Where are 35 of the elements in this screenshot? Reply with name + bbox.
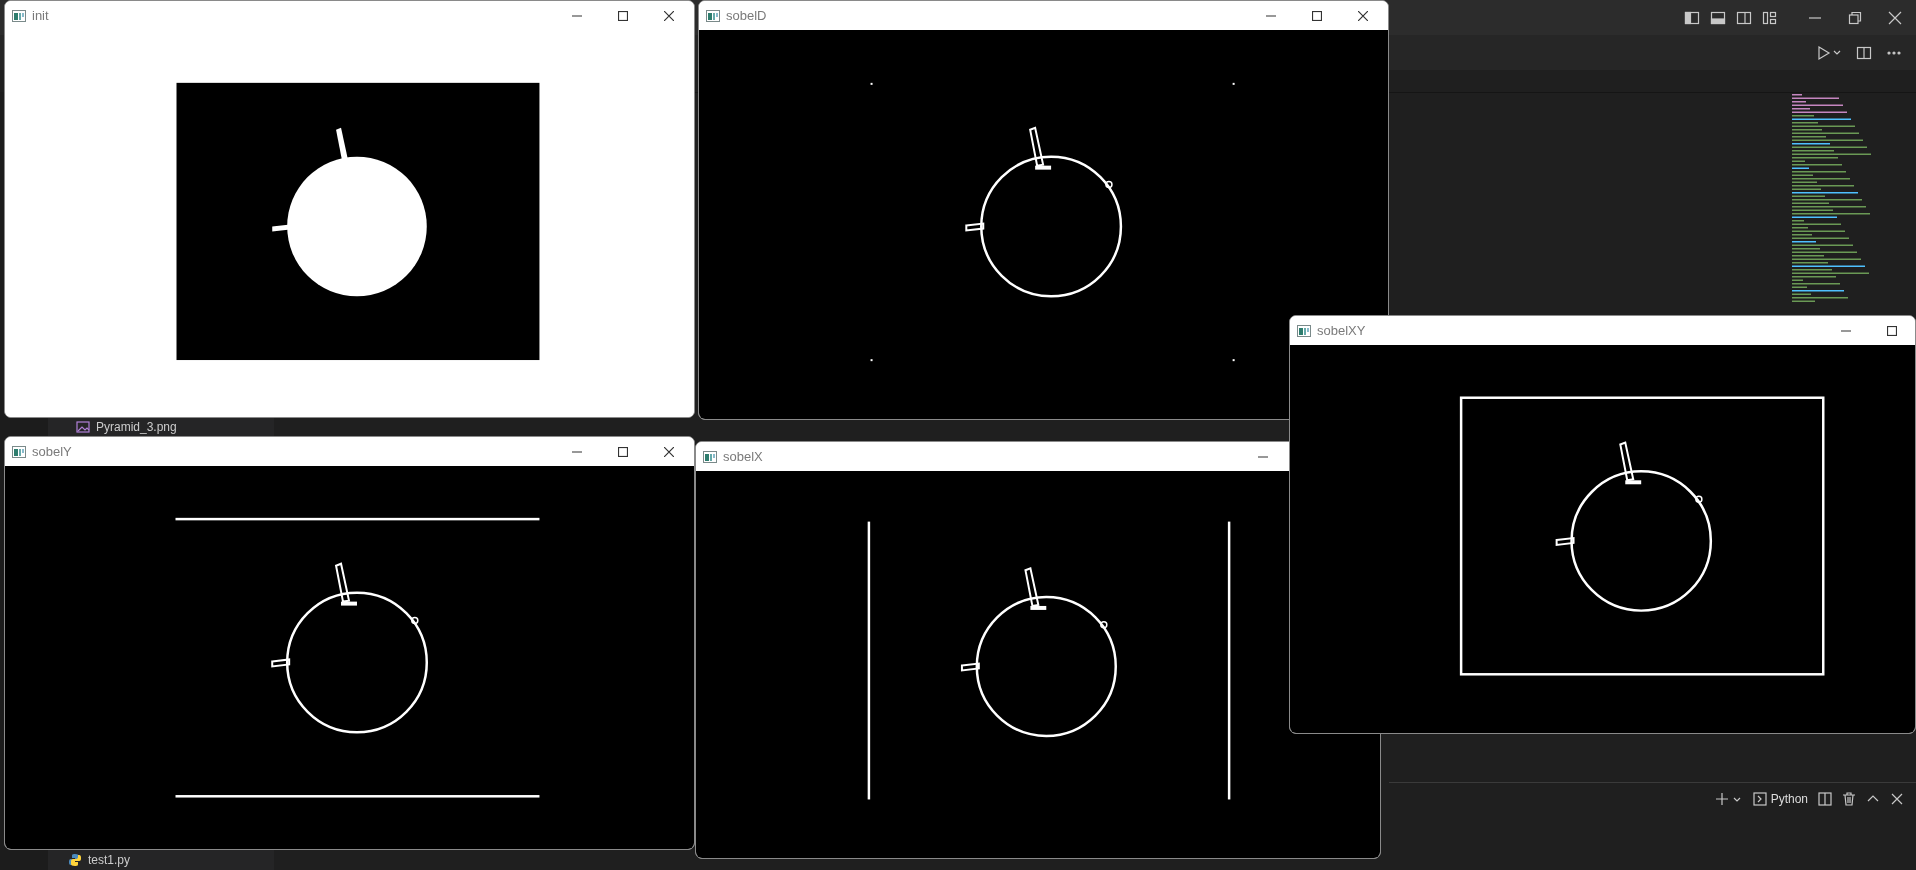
trash-icon[interactable] bbox=[1842, 792, 1856, 806]
python-file-icon bbox=[68, 853, 82, 867]
sidebar-layout-icon[interactable] bbox=[1684, 9, 1700, 26]
maximize-icon bbox=[1887, 325, 1897, 336]
app-icon bbox=[706, 9, 720, 22]
split-terminal-icon[interactable] bbox=[1818, 792, 1832, 806]
customize-layout-icon[interactable] bbox=[1762, 9, 1778, 26]
maximize-icon bbox=[1312, 10, 1322, 21]
new-terminal-icon[interactable] bbox=[1714, 791, 1743, 807]
window-title: sobelD bbox=[726, 8, 768, 23]
app-icon bbox=[703, 450, 717, 463]
maximize-icon bbox=[618, 446, 628, 457]
terminal-icon[interactable] bbox=[1752, 792, 1767, 806]
app-icon bbox=[12, 445, 26, 458]
split-layout-icon[interactable] bbox=[1736, 9, 1752, 26]
window-title: init bbox=[32, 8, 50, 23]
close-icon bbox=[664, 10, 674, 21]
close-icon[interactable] bbox=[1888, 10, 1902, 25]
maximize-icon bbox=[618, 10, 628, 21]
terminal-profile[interactable]: Python bbox=[1770, 792, 1808, 806]
restore-icon[interactable] bbox=[1848, 10, 1862, 25]
split-editor-icon[interactable] bbox=[1856, 44, 1872, 61]
image-file-icon bbox=[76, 420, 90, 434]
window-title: sobelY bbox=[32, 444, 73, 459]
window-title: sobelXY bbox=[1317, 323, 1367, 338]
file-name[interactable]: Pyramid_3.png bbox=[96, 420, 177, 434]
app-icon bbox=[12, 9, 26, 22]
close-panel-icon[interactable] bbox=[1890, 792, 1904, 806]
close-icon bbox=[664, 446, 674, 457]
app-icon bbox=[1297, 324, 1311, 337]
close-icon bbox=[1358, 10, 1368, 21]
run-icon[interactable] bbox=[1816, 44, 1842, 61]
file-name[interactable]: test1.py bbox=[88, 853, 131, 867]
panel-layout-icon[interactable] bbox=[1710, 9, 1726, 26]
window-title: sobelX bbox=[723, 449, 764, 464]
